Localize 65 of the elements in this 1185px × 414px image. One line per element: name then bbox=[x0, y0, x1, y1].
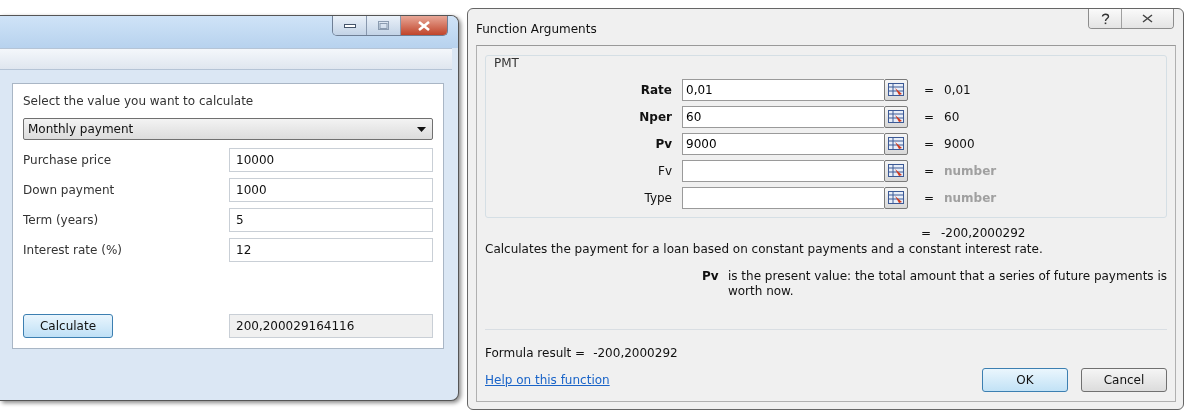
dropdown-caret-icon bbox=[417, 126, 426, 132]
field-label: Down payment bbox=[23, 183, 115, 197]
argument-label: Pv bbox=[654, 136, 673, 151]
input-field[interactable]: 10000 bbox=[229, 148, 433, 172]
help-link[interactable]: Help on this function bbox=[485, 373, 610, 387]
help-icon bbox=[1100, 12, 1110, 25]
argument-result: number bbox=[944, 163, 997, 178]
window-title: Function Arguments bbox=[476, 22, 597, 36]
equals-sign: = bbox=[924, 82, 936, 97]
close-button[interactable] bbox=[1122, 9, 1173, 28]
dialog-button[interactable]: Cancel bbox=[1081, 368, 1167, 392]
close-icon bbox=[1142, 14, 1153, 23]
collapse-dialog-button[interactable] bbox=[884, 159, 908, 182]
calculation-dropdown[interactable]: Monthly payment bbox=[23, 118, 433, 140]
minimize-button[interactable] bbox=[333, 16, 367, 35]
argument-field[interactable]: 0,01 bbox=[682, 78, 884, 101]
formula-result-value: -200,2000292 bbox=[593, 346, 678, 360]
equals-sign: = bbox=[921, 226, 933, 240]
input-field[interactable]: 5 bbox=[229, 208, 433, 232]
dropdown-value: Monthly payment bbox=[28, 122, 134, 136]
close-icon bbox=[418, 20, 430, 31]
function-result: -200,2000292 bbox=[941, 226, 1026, 240]
input-field[interactable]: 1000 bbox=[229, 178, 433, 202]
argument-label: Nper bbox=[638, 109, 673, 124]
result-field[interactable]: 200,200029164116 bbox=[229, 314, 433, 338]
range-select-icon bbox=[888, 83, 904, 96]
argument-label: Fv bbox=[657, 163, 673, 178]
argument-field[interactable] bbox=[682, 186, 884, 209]
equals-sign: = bbox=[924, 109, 936, 124]
maximize-icon bbox=[378, 21, 389, 30]
field-label: Purchase price bbox=[23, 153, 112, 167]
calculate-button[interactable]: Calculate bbox=[23, 314, 113, 338]
argument-name: Pv bbox=[702, 269, 720, 285]
field-label: Interest rate (%) bbox=[23, 243, 122, 257]
argument-result: 60 bbox=[944, 109, 960, 124]
dialog-button[interactable]: OK bbox=[982, 368, 1068, 392]
argument-result: 9000 bbox=[944, 136, 975, 151]
collapse-dialog-button[interactable] bbox=[884, 132, 908, 155]
argument-result: 0,01 bbox=[944, 82, 971, 97]
argument-field[interactable] bbox=[682, 159, 884, 182]
collapse-dialog-button[interactable] bbox=[884, 186, 908, 209]
close-button[interactable] bbox=[401, 16, 447, 35]
range-select-icon bbox=[888, 137, 904, 150]
equals-sign: = bbox=[924, 190, 936, 205]
collapse-dialog-button[interactable] bbox=[884, 105, 908, 128]
argument-label: Rate bbox=[639, 82, 673, 97]
range-select-icon bbox=[888, 191, 904, 204]
argument-description: is the present value: the total amount that a series of future payments is worth now. bbox=[727, 269, 1167, 299]
argument-label: Type bbox=[643, 190, 673, 205]
function-name: PMT bbox=[494, 56, 519, 70]
function-description: Calculates the payment for a loan based on constant payments and a constant interest rate. bbox=[485, 242, 1044, 256]
argument-field[interactable]: 60 bbox=[682, 105, 884, 128]
field-label: Term (years) bbox=[23, 213, 99, 227]
formula-result-label: Formula result = bbox=[485, 346, 586, 360]
prompt-label: Select the value you want to calculate bbox=[23, 94, 255, 108]
range-select-icon bbox=[888, 110, 904, 123]
input-field[interactable]: 12 bbox=[229, 238, 433, 262]
help-button[interactable] bbox=[1089, 9, 1122, 28]
equals-sign: = bbox=[924, 163, 936, 178]
collapse-dialog-button[interactable] bbox=[884, 78, 908, 101]
range-select-icon bbox=[888, 164, 904, 177]
argument-result: number bbox=[944, 190, 997, 205]
equals-sign: = bbox=[924, 136, 936, 151]
minimize-icon bbox=[343, 22, 356, 29]
argument-field[interactable]: 9000 bbox=[682, 132, 884, 155]
